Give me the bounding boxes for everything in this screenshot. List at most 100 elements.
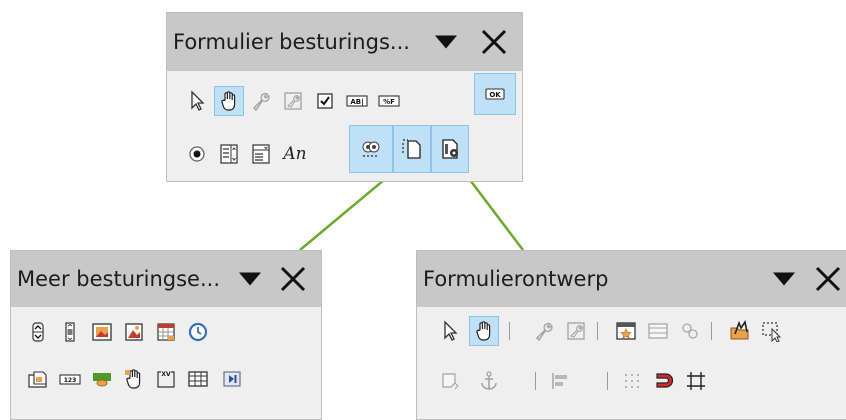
form-properties-icon (567, 322, 585, 340)
close-icon[interactable] (480, 28, 508, 56)
separator (509, 322, 510, 340)
control-properties-wrench-icon (253, 92, 270, 112)
select-arrow-icon (444, 320, 458, 341)
formatted-field-button[interactable]: %F (374, 86, 404, 116)
form-design-toolbar: Formulierontwerp (416, 250, 846, 420)
toolbar-title: Formulier besturings... (173, 30, 410, 54)
more-controls-button[interactable] (349, 125, 393, 173)
automatic-control-focus-icon (762, 322, 782, 342)
svg-text:AB|: AB| (350, 98, 363, 107)
design-mode-hand-icon (476, 321, 491, 341)
more-controls-toolbar: Meer besturingse... 123 XV (10, 250, 322, 420)
anchor-button[interactable] (469, 366, 509, 396)
dropdown-menu-icon[interactable] (435, 35, 457, 49)
form-design-button[interactable] (393, 125, 431, 173)
align-icon (552, 373, 567, 389)
svg-text:OK: OK (489, 91, 501, 99)
option-button-icon (189, 146, 205, 162)
time-field-icon (188, 322, 208, 342)
close-icon[interactable] (814, 265, 842, 293)
guides-button[interactable] (681, 366, 711, 396)
date-field-icon (157, 323, 175, 341)
control-properties-button[interactable] (246, 86, 276, 116)
scrollbar-icon (65, 322, 75, 342)
control-properties-button[interactable] (529, 316, 559, 346)
pattern-field-button[interactable] (119, 364, 149, 394)
navigation-bar-button[interactable] (217, 364, 247, 394)
svg-text:XV: XV (161, 371, 171, 378)
more-controls-icon (362, 141, 380, 157)
image-control-icon (125, 323, 143, 341)
image-control-button[interactable] (119, 317, 149, 347)
toolbar-titlebar[interactable]: Formulierontwerp (417, 251, 846, 307)
table-control-icon (188, 371, 208, 387)
automatic-control-focus-button[interactable] (757, 316, 787, 346)
open-in-design-mode-button[interactable] (725, 316, 755, 346)
combo-box-icon (252, 144, 270, 164)
display-grid-button[interactable] (435, 366, 465, 396)
navigation-bar-icon (223, 371, 241, 387)
form-properties-button[interactable] (561, 316, 591, 346)
numerical-field-button[interactable]: 123 (55, 364, 85, 394)
option-button-button[interactable] (182, 139, 212, 169)
display-grid-icon (442, 373, 459, 390)
check-box-button[interactable] (310, 86, 340, 116)
text-box-icon: AB| (346, 95, 368, 107)
align-button[interactable] (541, 366, 581, 396)
label-field-button[interactable]: An (278, 139, 312, 169)
design-mode-hand-icon (221, 91, 236, 111)
design-mode-button[interactable] (214, 86, 244, 116)
combo-box-button[interactable] (246, 139, 276, 169)
time-field-button[interactable] (183, 317, 213, 347)
image-button-button[interactable] (87, 317, 117, 347)
list-box-icon (220, 144, 238, 164)
toolbar-title: Formulierontwerp (423, 267, 609, 291)
select-arrow-icon (191, 90, 205, 111)
wizards-button[interactable] (431, 125, 469, 173)
currency-field-button[interactable] (87, 364, 117, 394)
select-button[interactable] (435, 316, 465, 346)
group-box-icon: XV (157, 371, 175, 388)
add-field-button[interactable] (643, 316, 673, 346)
add-field-icon (648, 323, 668, 339)
form-properties-icon (284, 92, 302, 110)
dropdown-menu-icon[interactable] (239, 272, 261, 286)
close-icon[interactable] (279, 265, 307, 293)
toolbar-titlebar[interactable]: Formulier besturings... (167, 13, 522, 71)
separator (535, 372, 536, 390)
image-button-icon (92, 323, 112, 341)
toolbar-titlebar[interactable]: Meer besturingse... (11, 251, 321, 307)
push-button-icon: OK (485, 88, 505, 100)
numerical-field-icon: 123 (59, 374, 81, 385)
separator (607, 372, 608, 390)
connector-form-design (463, 171, 524, 251)
anchor-icon (481, 371, 497, 390)
activation-order-button[interactable] (675, 316, 705, 346)
magnet-button[interactable] (649, 366, 679, 396)
design-mode-button[interactable] (469, 316, 499, 346)
table-control-button[interactable] (183, 364, 213, 394)
file-selection-button[interactable] (23, 364, 53, 394)
form-navigator-icon (616, 322, 636, 340)
date-field-button[interactable] (151, 317, 181, 347)
control-properties-icon (536, 322, 553, 342)
currency-field-icon (93, 373, 111, 387)
dropdown-menu-icon[interactable] (773, 272, 795, 286)
form-design-icon (402, 139, 421, 159)
form-navigator-button[interactable] (611, 316, 641, 346)
connector-more-controls (299, 169, 397, 251)
separator (597, 322, 598, 340)
checkbox-icon (317, 93, 333, 109)
group-box-button[interactable]: XV (151, 364, 181, 394)
push-button-button[interactable]: OK (474, 73, 516, 115)
text-box-button[interactable]: AB| (342, 86, 372, 116)
scrollbar-button[interactable] (55, 317, 85, 347)
snap-to-grid-button[interactable] (617, 366, 647, 396)
form-controls-toolbar: Formulier besturings... AB| %F OK An (166, 12, 523, 182)
list-box-button[interactable] (214, 139, 244, 169)
wizards-icon (442, 139, 458, 159)
spin-button-button[interactable] (23, 317, 53, 347)
form-properties-button[interactable] (278, 86, 308, 116)
svg-text:%F: %F (383, 98, 395, 106)
select-button[interactable] (182, 86, 212, 116)
